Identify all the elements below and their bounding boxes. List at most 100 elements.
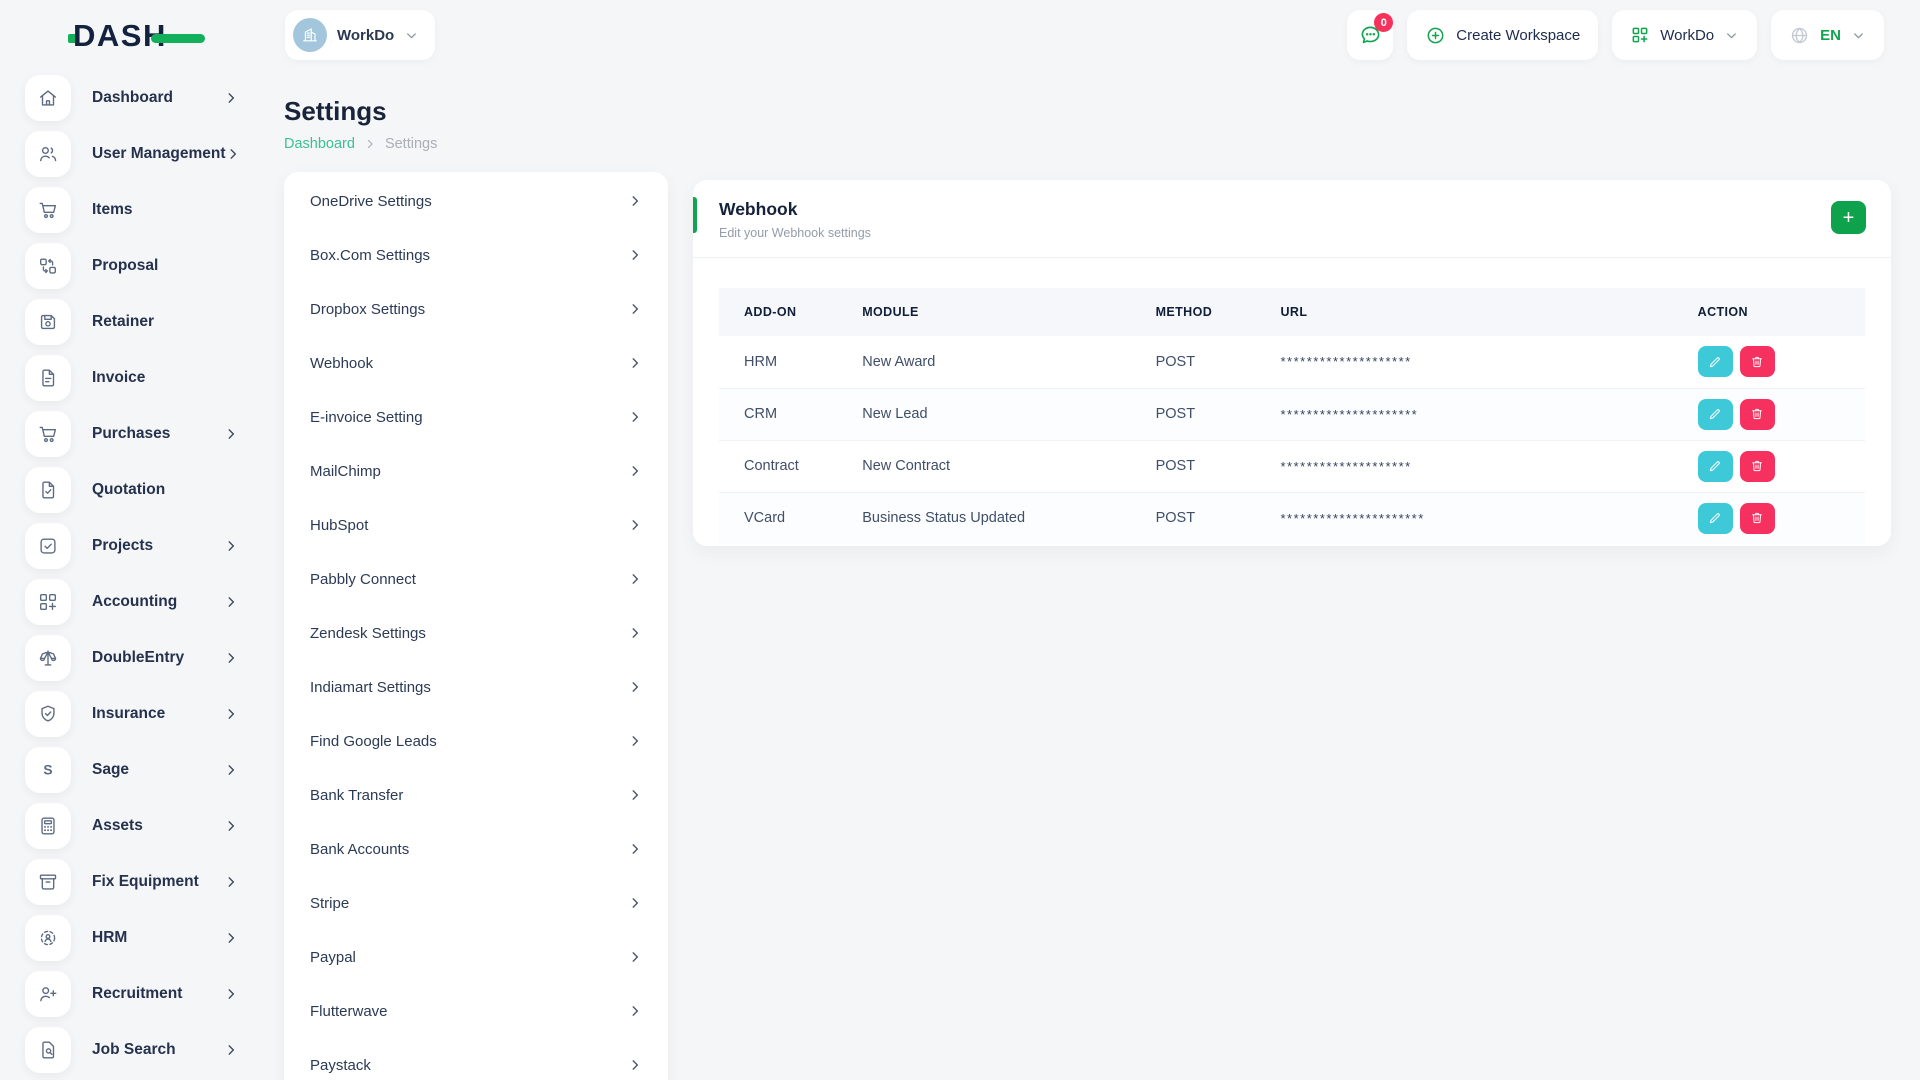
panel-subtitle: Edit your Webhook settings [719, 226, 1866, 240]
pencil-icon [1708, 355, 1722, 369]
home-icon [25, 75, 71, 121]
cell-action [1690, 388, 1865, 440]
delete-button[interactable] [1740, 346, 1775, 377]
cell-url: ******************** [1273, 336, 1690, 388]
file-check-icon [25, 467, 71, 513]
chevron-right-icon [224, 427, 238, 441]
sidebar-item-dashboard[interactable]: Dashboard [0, 70, 260, 126]
settings-item-bank-accounts[interactable]: Bank Accounts [284, 822, 668, 876]
sidebar-item-doubleentry[interactable]: DoubleEntry [0, 630, 260, 686]
chevron-right-icon [224, 875, 238, 889]
sidebar-item-job-search[interactable]: Job Search [0, 1022, 260, 1078]
sidebar-item-sage[interactable]: S Sage [0, 742, 260, 798]
sidebar-item-purchases[interactable]: Purchases [0, 406, 260, 462]
breadcrumb-link-dashboard[interactable]: Dashboard [284, 136, 355, 152]
settings-item-bank-transfer[interactable]: Bank Transfer [284, 768, 668, 822]
sidebar-item-hrm[interactable]: HRM [0, 910, 260, 966]
table-row: CRM New Lead POST ********************* [719, 388, 1865, 440]
settings-item-flutterwave[interactable]: Flutterwave [284, 984, 668, 1038]
archive-icon [25, 859, 71, 905]
sidebar-item-recruitment[interactable]: Recruitment [0, 966, 260, 1022]
webhook-table: ADD-ON MODULE METHOD URL ACTION HRM New … [719, 288, 1865, 544]
file-lines-icon [25, 355, 71, 401]
settings-item-pabbly-connect[interactable]: Pabbly Connect [284, 552, 668, 606]
sidebar-item-user-management[interactable]: User Management [0, 126, 260, 182]
sidebar: Dashboard User Management Items Proposal… [0, 70, 260, 1078]
trash-icon [1750, 511, 1764, 525]
column-header-url: URL [1273, 288, 1690, 336]
messages-button[interactable]: 0 [1347, 10, 1393, 60]
edit-button[interactable] [1698, 503, 1733, 534]
sidebar-item-proposal[interactable]: Proposal [0, 238, 260, 294]
delete-button[interactable] [1740, 451, 1775, 482]
sidebar-item-items[interactable]: Items [0, 182, 260, 238]
pencil-icon [1708, 459, 1722, 473]
settings-item-boxcom-settings[interactable]: Box.Com Settings [284, 228, 668, 282]
trash-icon [1750, 459, 1764, 473]
language-dropdown[interactable]: EN [1771, 10, 1884, 60]
shield-check-icon [25, 691, 71, 737]
sidebar-item-accounting[interactable]: Accounting [0, 574, 260, 630]
breadcrumb: Dashboard Settings [284, 136, 1920, 152]
edit-button[interactable] [1698, 346, 1733, 377]
sidebar-item-insurance[interactable]: Insurance [0, 686, 260, 742]
sidebar-item-invoice[interactable]: Invoice [0, 350, 260, 406]
add-webhook-button[interactable]: + [1831, 201, 1866, 234]
chevron-down-icon [1851, 28, 1866, 43]
delete-button[interactable] [1740, 503, 1775, 534]
workspace-dropdown[interactable]: WorkDo [1612, 10, 1757, 60]
cell-module: New Lead [854, 388, 1147, 440]
cell-addon: Contract [719, 440, 854, 492]
workspace-switcher-button[interactable]: WorkDo [285, 10, 435, 60]
grid-plus-icon [25, 579, 71, 625]
settings-item-mailchimp[interactable]: MailChimp [284, 444, 668, 498]
settings-item-dropbox-settings[interactable]: Dropbox Settings [284, 282, 668, 336]
letter-s-icon: S [25, 747, 71, 793]
edit-button[interactable] [1698, 451, 1733, 482]
panel-accent-bar [693, 197, 697, 233]
chevron-right-icon [224, 819, 238, 833]
settings-item-zendesk-settings[interactable]: Zendesk Settings [284, 606, 668, 660]
chevron-right-icon [628, 788, 642, 802]
floppy-icon [25, 299, 71, 345]
chevron-right-icon [628, 734, 642, 748]
chevron-right-icon [628, 572, 642, 586]
settings-item-stripe[interactable]: Stripe [284, 876, 668, 930]
delete-button[interactable] [1740, 399, 1775, 430]
settings-item-onedrive-settings[interactable]: OneDrive Settings [284, 174, 668, 228]
chevron-right-icon [628, 626, 642, 640]
sidebar-item-projects[interactable]: Projects [0, 518, 260, 574]
sidebar-item-fix-equipment[interactable]: Fix Equipment [0, 854, 260, 910]
settings-item-webhook[interactable]: Webhook [284, 336, 668, 390]
content-columns: OneDrive Settings Box.Com Settings Dropb… [284, 172, 1920, 1080]
cell-module: New Award [854, 336, 1147, 388]
chevron-right-icon [628, 464, 642, 478]
sidebar-item-retainer[interactable]: Retainer [0, 294, 260, 350]
chevron-right-icon [628, 302, 642, 316]
chevron-right-icon [628, 356, 642, 370]
cart-icon [25, 187, 71, 233]
table-row: Contract New Contract POST *************… [719, 440, 1865, 492]
page-title: Settings [284, 96, 1920, 127]
cell-method: POST [1148, 336, 1273, 388]
chevron-right-icon [224, 931, 238, 945]
topbar-actions: 0 Create Workspace WorkDo EN [1347, 10, 1884, 60]
chevron-right-icon [628, 248, 642, 262]
checkbox-icon [25, 523, 71, 569]
edit-button[interactable] [1698, 399, 1733, 430]
settings-item-e-invoice-setting[interactable]: E-invoice Setting [284, 390, 668, 444]
chevron-right-icon [224, 707, 238, 721]
sidebar-item-assets[interactable]: Assets [0, 798, 260, 854]
settings-item-hubspot[interactable]: HubSpot [284, 498, 668, 552]
chevron-right-icon [628, 1004, 642, 1018]
cell-addon: CRM [719, 388, 854, 440]
settings-item-find-google-leads[interactable]: Find Google Leads [284, 714, 668, 768]
settings-item-paypal[interactable]: Paypal [284, 930, 668, 984]
create-workspace-button[interactable]: Create Workspace [1407, 10, 1598, 60]
settings-item-paystack[interactable]: Paystack [284, 1038, 668, 1080]
chevron-right-icon [628, 194, 642, 208]
sidebar-item-quotation[interactable]: Quotation [0, 462, 260, 518]
settings-item-indiamart-settings[interactable]: Indiamart Settings [284, 660, 668, 714]
table-header-row: ADD-ON MODULE METHOD URL ACTION [719, 288, 1865, 336]
breadcrumb-current: Settings [385, 136, 437, 152]
